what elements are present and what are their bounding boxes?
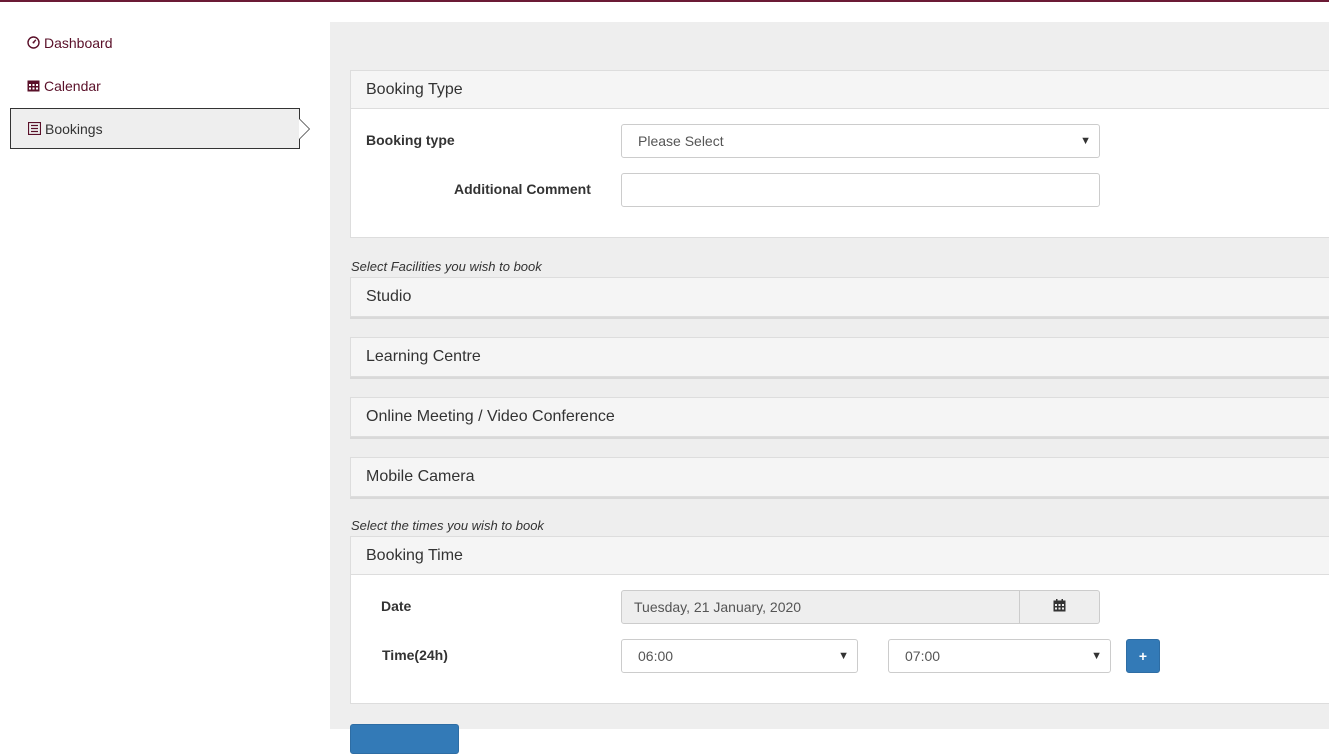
panel-heading: Booking Type	[351, 71, 1329, 109]
booking-type-select[interactable]: Please Select ▼	[621, 124, 1100, 158]
date-input[interactable]: Tuesday, 21 January, 2020	[621, 590, 1020, 624]
chevron-down-icon: ▼	[1091, 650, 1102, 662]
top-accent-bar	[0, 0, 1329, 2]
facilities-hint: Select Facilities you wish to book	[351, 259, 542, 274]
facility-panel-online-meeting[interactable]: Online Meeting / Video Conference	[350, 397, 1329, 437]
add-time-button[interactable]: +	[1126, 639, 1160, 673]
panel-heading: Mobile Camera	[351, 458, 1329, 496]
active-pointer-inner	[299, 119, 309, 139]
sidebar-item-label: Dashboard	[44, 34, 113, 51]
calendar-icon	[26, 79, 40, 93]
chevron-down-icon: ▼	[1080, 135, 1091, 147]
sidebar-item-bookings[interactable]: Bookings	[10, 108, 310, 149]
booking-type-label: Booking type	[366, 132, 455, 148]
panel-heading: Studio	[351, 278, 1329, 316]
facility-panel-learning-centre[interactable]: Learning Centre	[350, 337, 1329, 377]
sidebar-item-label: Bookings	[45, 120, 103, 137]
start-time-select[interactable]: 06:00 ▼	[621, 639, 858, 673]
panel-heading: Learning Centre	[351, 338, 1329, 376]
date-picker-button[interactable]	[1020, 590, 1100, 624]
sidebar-item-calendar[interactable]: Calendar	[10, 65, 300, 106]
additional-comment-input[interactable]	[621, 173, 1100, 207]
facility-panel-studio[interactable]: Studio	[350, 277, 1329, 317]
date-value: Tuesday, 21 January, 2020	[634, 599, 802, 615]
dashboard-icon	[26, 36, 40, 50]
facility-panel-mobile-camera[interactable]: Mobile Camera	[350, 457, 1329, 497]
end-time-select[interactable]: 07:00 ▼	[888, 639, 1111, 673]
select-value: Please Select	[638, 133, 724, 149]
chevron-down-icon: ▼	[838, 650, 849, 662]
select-value: 07:00	[905, 648, 941, 664]
date-label: Date	[381, 598, 412, 614]
times-hint: Select the times you wish to book	[351, 518, 544, 533]
list-icon	[27, 122, 41, 136]
main-content: Booking Type Booking type Please Select …	[330, 22, 1329, 754]
sidebar-item-label: Calendar	[44, 77, 101, 94]
panel-heading: Online Meeting / Video Conference	[351, 398, 1329, 436]
time-label: Time(24h)	[382, 647, 448, 663]
panel-heading: Booking Time	[351, 537, 1329, 575]
calendar-icon	[1053, 599, 1066, 615]
sidebar: Dashboard Calendar Bookings	[0, 22, 330, 729]
select-value: 06:00	[638, 648, 674, 664]
additional-comment-label: Additional Comment	[454, 181, 591, 197]
sidebar-item-dashboard[interactable]: Dashboard	[10, 22, 300, 63]
